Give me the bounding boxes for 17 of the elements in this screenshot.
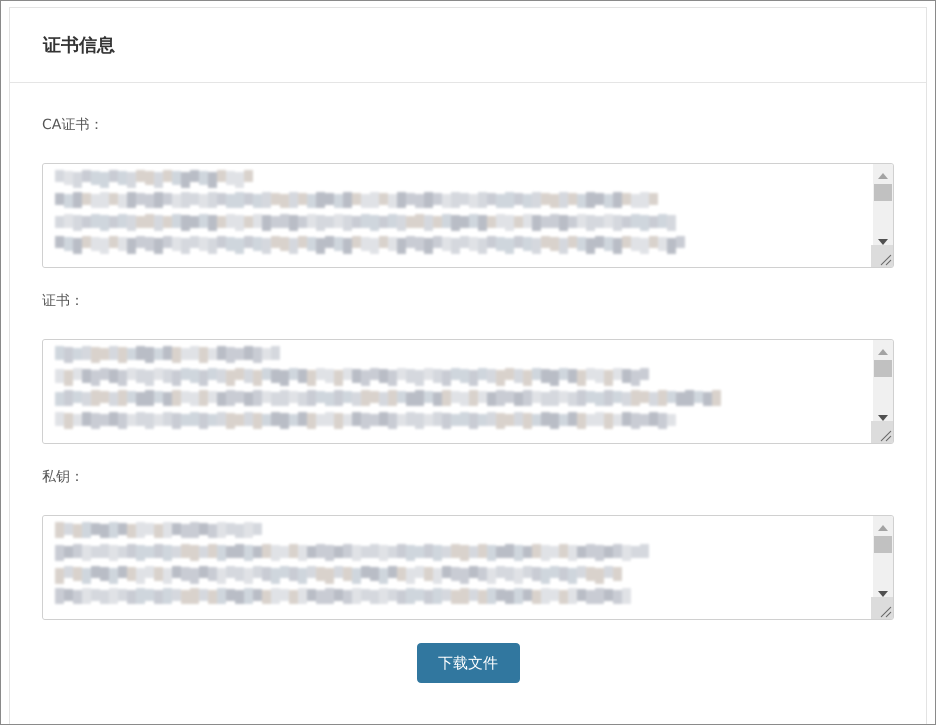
scrollbar-thumb[interactable] [874,360,892,377]
resize-grip-icon[interactable] [871,597,893,619]
scrollbar[interactable] [873,164,893,245]
scrollbar-thumb[interactable] [874,184,892,201]
field-label: 私钥： [42,468,85,487]
download-button[interactable]: 下载文件 [416,643,520,683]
panel-title: 证书信息 [43,34,115,57]
scroll-up-icon[interactable] [878,173,888,179]
resize-grip-icon[interactable] [871,421,893,443]
field-label: CA证书： [42,116,104,135]
resize-grip-icon[interactable] [871,245,893,267]
scroll-up-icon[interactable] [878,349,888,355]
scrollbar-thumb[interactable] [874,536,892,553]
scrollbar[interactable] [873,516,893,597]
scrollbar[interactable] [873,340,893,421]
scroll-up-icon[interactable] [878,525,888,531]
field-label: 证书： [42,292,85,311]
